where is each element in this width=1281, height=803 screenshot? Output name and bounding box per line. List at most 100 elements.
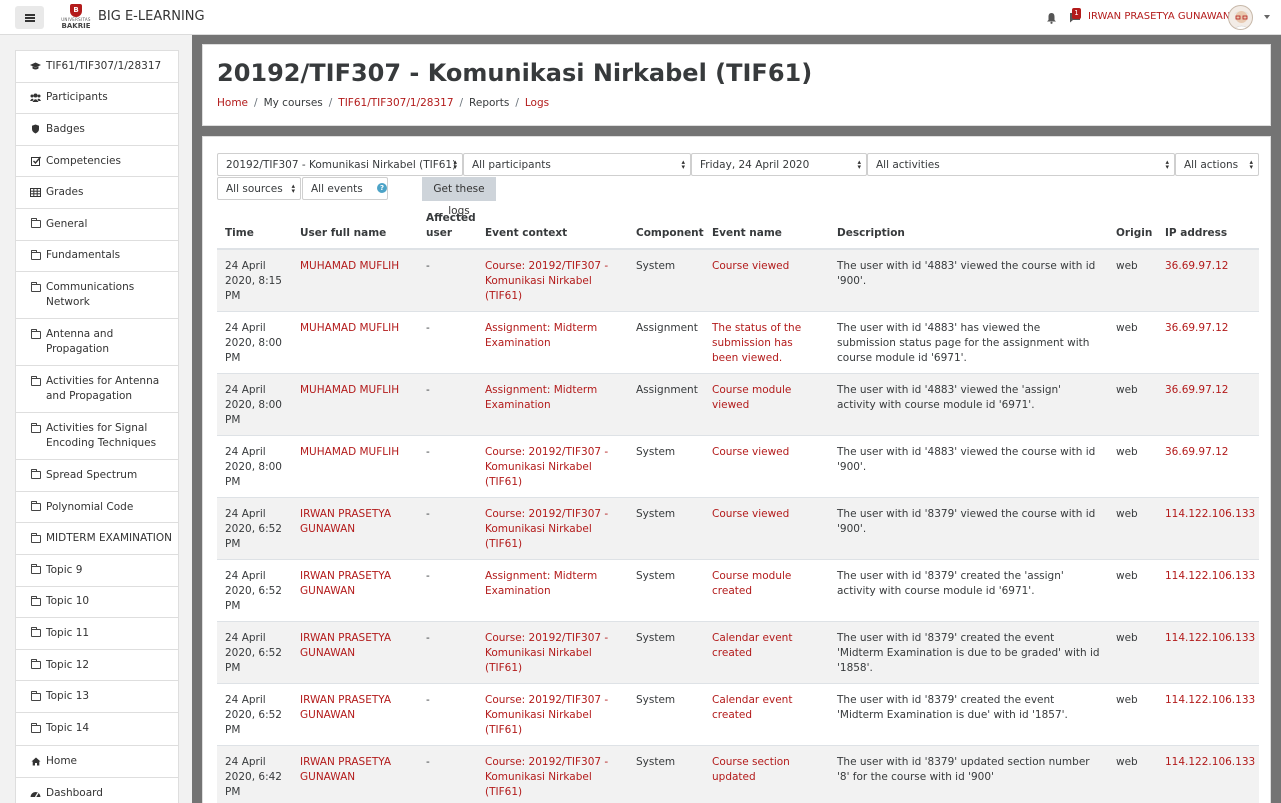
cell-user-link[interactable]: IRWAN PRASETYA GUNAWAN <box>292 558 418 621</box>
site-name[interactable]: BIG E-LEARNING <box>98 9 205 24</box>
sidebar-item-polynomial-code[interactable]: Polynomial Code <box>16 492 178 524</box>
sidebar-item-topic-10[interactable]: Topic 10 <box>16 587 178 619</box>
cell-user-link[interactable]: IRWAN PRASETYA GUNAWAN <box>292 744 418 803</box>
cell-ip-link[interactable]: 114.122.106.133 <box>1157 558 1259 621</box>
select-arrows-icon: ▴▾ <box>1165 158 1169 171</box>
cell-user-link[interactable]: MUHAMAD MUFLIH <box>292 310 418 373</box>
cell-user-link[interactable]: MUHAMAD MUFLIH <box>292 248 418 311</box>
column-header[interactable]: Event context <box>477 211 628 250</box>
sidebar-item-home[interactable]: Home <box>16 746 178 778</box>
users-icon <box>30 92 41 103</box>
activities-select[interactable]: All activities ▴ ▾ <box>867 153 1175 176</box>
column-header[interactable]: Event name <box>704 211 829 250</box>
cell-event-link[interactable]: Course viewed <box>704 434 829 497</box>
cell-context-link[interactable]: Assignment: Midterm Examination <box>477 372 628 435</box>
sidebar-item-participants[interactable]: Participants <box>16 83 178 115</box>
cell-event-link[interactable]: Calendar event created <box>704 682 829 745</box>
column-header[interactable]: Description <box>829 211 1108 250</box>
cell-context-link[interactable]: Course: 20192/TIF307 - Komunikasi Nirkab… <box>477 620 628 683</box>
sidebar-item-topic-12[interactable]: Topic 12 <box>16 650 178 682</box>
sidebar-item-antenna-and-propagation[interactable]: Antenna and Propagation <box>16 319 178 367</box>
message-count-badge: 1 <box>1072 8 1081 19</box>
cell-context-link[interactable]: Course: 20192/TIF307 - Komunikasi Nirkab… <box>477 744 628 803</box>
sidebar-item-activities-antenna[interactable]: Activities for Antenna and Propagation <box>16 366 178 414</box>
cell-user-link[interactable]: MUHAMAD MUFLIH <box>292 434 418 497</box>
sidebar-item-communications-network[interactable]: Communications Network <box>16 272 178 320</box>
sidebar-item-badges[interactable]: Badges <box>16 114 178 146</box>
cell-context-link[interactable]: Course: 20192/TIF307 - Komunikasi Nirkab… <box>477 248 628 311</box>
sources-select[interactable]: All sources ▴ ▾ <box>217 177 301 200</box>
sidebar-item-label: Polynomial Code <box>46 500 134 513</box>
sidebar-item-fundamentals[interactable]: Fundamentals <box>16 241 178 273</box>
sidebar-item-topic-13[interactable]: Topic 13 <box>16 681 178 713</box>
cell-ip-link[interactable]: 114.122.106.133 <box>1157 496 1259 559</box>
folder-icon <box>30 659 41 671</box>
events-select[interactable]: All events ▴▾ <box>302 177 388 200</box>
cell-context-link[interactable]: Course: 20192/TIF307 - Komunikasi Nirkab… <box>477 682 628 745</box>
help-icon[interactable]: ? <box>377 183 387 193</box>
sidebar-item-topic-9[interactable]: Topic 9 <box>16 555 178 587</box>
hamburger-icon <box>24 13 35 22</box>
cell-ip-link[interactable]: 36.69.97.12 <box>1157 310 1259 373</box>
column-header[interactable]: Origin <box>1108 211 1157 250</box>
sidebar-item-competencies[interactable]: Competencies <box>16 146 178 178</box>
cell-event-link[interactable]: Course viewed <box>704 248 829 311</box>
cell-time: 24 April 2020, 6:52 PM <box>217 682 292 745</box>
cell-event-link[interactable]: Course section updated <box>704 744 829 803</box>
cell-context-link[interactable]: Assignment: Midterm Examination <box>477 558 628 621</box>
sidebar-item-course[interactable]: TIF61/TIF307/1/28317 <box>16 51 178 83</box>
cell-context-link[interactable]: Assignment: Midterm Examination <box>477 310 628 373</box>
cell-ip-link[interactable]: 114.122.106.133 <box>1157 620 1259 683</box>
actions-select[interactable]: All actions ▴ ▾ <box>1175 153 1259 176</box>
cell-event-link[interactable]: The status of the submission has been vi… <box>704 310 829 373</box>
sidebar-item-label: Topic 12 <box>46 658 90 671</box>
drawer-toggle-button[interactable] <box>15 6 44 29</box>
column-header[interactable]: Time <box>217 211 292 250</box>
cell-ip-link[interactable]: 114.122.106.133 <box>1157 744 1259 803</box>
sidebar-item-midterm-examination[interactable]: MIDTERM EXAMINATION <box>16 523 178 555</box>
folder-icon <box>30 249 41 261</box>
cell-ip-link[interactable]: 36.69.97.12 <box>1157 434 1259 497</box>
cell-user-link[interactable]: IRWAN PRASETYA GUNAWAN <box>292 682 418 745</box>
participants-select[interactable]: All participants ▴ ▾ <box>463 153 691 176</box>
avatar[interactable] <box>1228 5 1253 30</box>
university-logo[interactable]: B UNIVERSITAS BAKRIE <box>58 4 94 32</box>
cell-event-link[interactable]: Calendar event created <box>704 620 829 683</box>
cell-event-link[interactable]: Course viewed <box>704 496 829 559</box>
cell-context-link[interactable]: Course: 20192/TIF307 - Komunikasi Nirkab… <box>477 434 628 497</box>
cell-event-link[interactable]: Course module viewed <box>704 372 829 435</box>
user-menu-name[interactable]: IRWAN PRASETYA GUNAWAN <box>1088 11 1230 22</box>
sidebar-item-activities-signal-encoding[interactable]: Activities for Signal Encoding Technique… <box>16 413 178 461</box>
breadcrumb-course[interactable]: TIF61/TIF307/1/28317 <box>338 97 453 109</box>
breadcrumb-reports: Reports <box>469 97 510 109</box>
sidebar-item-dashboard[interactable]: Dashboard <box>16 778 178 803</box>
cell-affected-user: - <box>418 372 477 435</box>
sidebar-item-grades[interactable]: Grades <box>16 177 178 209</box>
sidebar-item-topic-14[interactable]: Topic 14 <box>16 713 178 745</box>
cell-origin: web <box>1108 434 1157 497</box>
get-logs-button[interactable]: Get these logs <box>422 177 496 217</box>
cell-description: The user with id '8379' created the even… <box>829 620 1108 683</box>
cell-ip-link[interactable]: 114.122.106.133 <box>1157 682 1259 745</box>
cell-user-link[interactable]: MUHAMAD MUFLIH <box>292 372 418 435</box>
breadcrumb-home[interactable]: Home <box>217 97 248 109</box>
cell-user-link[interactable]: IRWAN PRASETYA GUNAWAN <box>292 496 418 559</box>
bell-icon[interactable] <box>1046 12 1057 24</box>
column-header[interactable]: Component <box>628 211 704 250</box>
breadcrumb-logs[interactable]: Logs <box>525 97 549 109</box>
cell-context-link[interactable]: Course: 20192/TIF307 - Komunikasi Nirkab… <box>477 496 628 559</box>
cell-user-link[interactable]: IRWAN PRASETYA GUNAWAN <box>292 620 418 683</box>
column-header[interactable]: User full name <box>292 211 418 250</box>
sidebar-item-topic-11[interactable]: Topic 11 <box>16 618 178 650</box>
column-header[interactable]: IP address <box>1157 211 1259 250</box>
cell-event-link[interactable]: Course module created <box>704 558 829 621</box>
sidebar-item-general[interactable]: General <box>16 209 178 241</box>
course-select[interactable]: 20192/TIF307 - Komunikasi Nirkabel (TIF6… <box>217 153 463 176</box>
user-menu-caret-icon[interactable] <box>1264 15 1270 19</box>
sidebar-item-spread-spectrum[interactable]: Spread Spectrum <box>16 460 178 492</box>
cell-description: The user with id '4883' viewed the cours… <box>829 434 1108 497</box>
column-header[interactable]: Affected user <box>418 211 477 250</box>
date-select[interactable]: Friday, 24 April 2020 ▴ ▾ <box>691 153 867 176</box>
cell-ip-link[interactable]: 36.69.97.12 <box>1157 372 1259 435</box>
cell-ip-link[interactable]: 36.69.97.12 <box>1157 248 1259 311</box>
